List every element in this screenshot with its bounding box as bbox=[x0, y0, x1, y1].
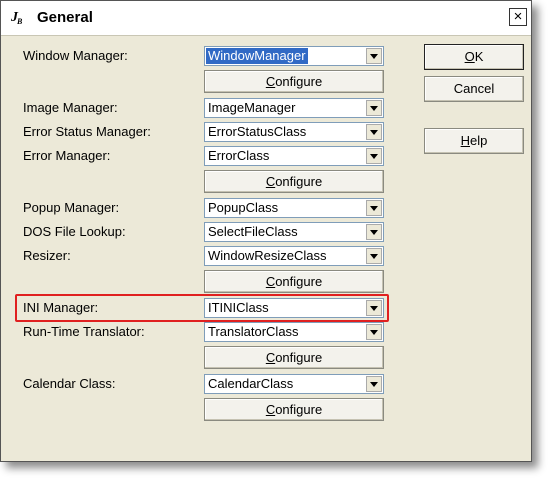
resizer-value: WindowResizeClass bbox=[208, 248, 327, 263]
popup-manager-label: Popup Manager: bbox=[23, 200, 120, 215]
ok-button[interactable]: OK bbox=[424, 44, 524, 70]
dos-file-lookup-select[interactable]: SelectFileClass bbox=[204, 222, 384, 242]
run-time-translator-label: Run-Time Translator: bbox=[23, 324, 145, 339]
run-time-translator-value: TranslatorClass bbox=[208, 324, 299, 339]
dropdown-arrow-icon[interactable] bbox=[366, 300, 382, 316]
resizer-configure-button[interactable]: Configure bbox=[204, 270, 384, 293]
dropdown-arrow-icon[interactable] bbox=[366, 48, 382, 64]
popup-manager-select[interactable]: PopupClass bbox=[204, 198, 384, 218]
general-dialog: JB General × Window Manager: WindowManag… bbox=[0, 0, 532, 462]
error-manager-value: ErrorClass bbox=[208, 148, 270, 163]
error-status-manager-label: Error Status Manager: bbox=[23, 124, 151, 139]
window-manager-label: Window Manager: bbox=[23, 48, 128, 63]
error-status-manager-value: ErrorStatusClass bbox=[208, 124, 307, 139]
error-status-manager-select[interactable]: ErrorStatusClass bbox=[204, 122, 384, 142]
ini-manager-select[interactable]: ITINIClass bbox=[204, 298, 384, 318]
app-icon: JB bbox=[11, 10, 23, 26]
dialog-title: General bbox=[37, 9, 93, 26]
image-manager-label: Image Manager: bbox=[23, 100, 118, 115]
help-button[interactable]: Help bbox=[424, 128, 524, 154]
dropdown-arrow-icon[interactable] bbox=[366, 376, 382, 392]
image-manager-value: ImageManager bbox=[208, 100, 296, 115]
dropdown-arrow-icon[interactable] bbox=[366, 148, 382, 164]
dropdown-arrow-icon[interactable] bbox=[366, 324, 382, 340]
error-manager-configure-button[interactable]: Configure bbox=[204, 170, 384, 193]
dropdown-arrow-icon[interactable] bbox=[366, 124, 382, 140]
error-manager-label: Error Manager: bbox=[23, 148, 111, 163]
cancel-button[interactable]: Cancel bbox=[424, 76, 524, 102]
window-manager-configure-button[interactable]: Configure bbox=[204, 70, 384, 93]
dos-file-lookup-label: DOS File Lookup: bbox=[23, 224, 126, 239]
translator-configure-button[interactable]: Configure bbox=[204, 346, 384, 369]
calendar-class-label: Calendar Class: bbox=[23, 376, 116, 391]
ini-manager-label: INI Manager: bbox=[23, 300, 99, 315]
run-time-translator-select[interactable]: TranslatorClass bbox=[204, 322, 384, 342]
window-manager-select[interactable]: WindowManager bbox=[204, 46, 384, 66]
dropdown-arrow-icon[interactable] bbox=[366, 200, 382, 216]
popup-manager-value: PopupClass bbox=[208, 200, 279, 215]
calendar-class-value: CalendarClass bbox=[208, 376, 294, 391]
window-manager-value: WindowManager bbox=[206, 48, 308, 64]
resizer-label: Resizer: bbox=[23, 248, 71, 263]
calendar-class-select[interactable]: CalendarClass bbox=[204, 374, 384, 394]
calendar-configure-button[interactable]: Configure bbox=[204, 398, 384, 421]
title-bar: JB General × bbox=[1, 1, 531, 36]
resizer-select[interactable]: WindowResizeClass bbox=[204, 246, 384, 266]
dos-file-lookup-value: SelectFileClass bbox=[208, 224, 298, 239]
ini-manager-value: ITINIClass bbox=[208, 300, 269, 315]
dropdown-arrow-icon[interactable] bbox=[366, 224, 382, 240]
dropdown-arrow-icon[interactable] bbox=[366, 100, 382, 116]
close-icon[interactable]: × bbox=[509, 8, 527, 26]
image-manager-select[interactable]: ImageManager bbox=[204, 98, 384, 118]
dropdown-arrow-icon[interactable] bbox=[366, 248, 382, 264]
error-manager-select[interactable]: ErrorClass bbox=[204, 146, 384, 166]
